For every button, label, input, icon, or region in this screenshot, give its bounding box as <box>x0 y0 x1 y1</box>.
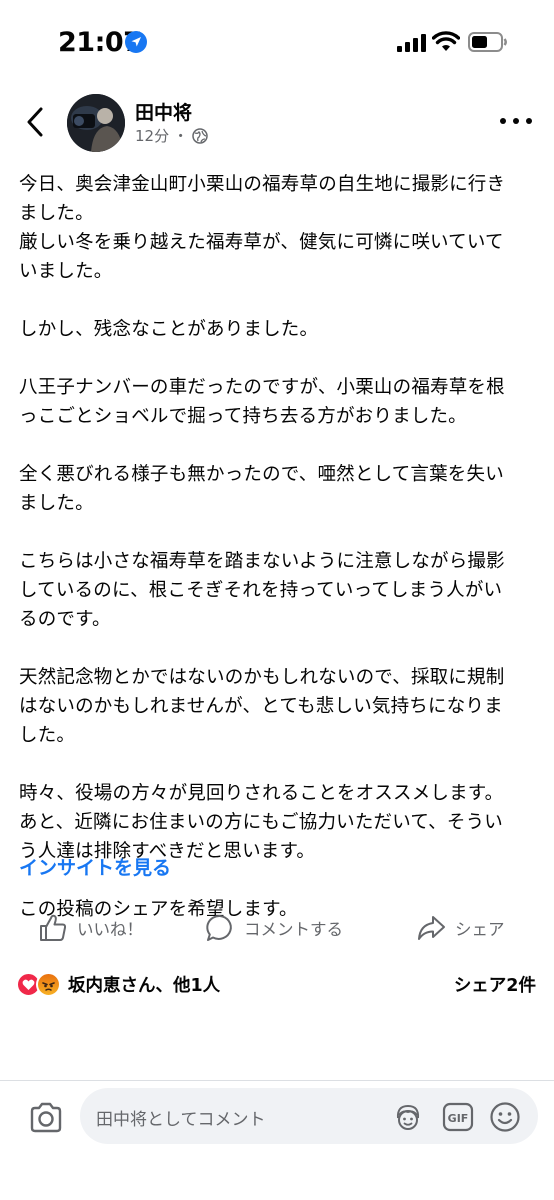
gif-icon[interactable]: GIF <box>442 1102 474 1132</box>
comment-input[interactable]: 田中将としてコメント GIF <box>80 1088 538 1144</box>
reaction-icons <box>16 972 66 998</box>
thumbs-up-icon <box>40 914 67 941</box>
like-label: いいね！ <box>77 920 143 939</box>
cellular-signal-icon <box>397 34 426 52</box>
share-arrow-icon <box>418 916 445 940</box>
globe-icon <box>192 127 208 144</box>
battery-icon <box>468 32 507 52</box>
back-button[interactable] <box>20 102 50 142</box>
reactions-summary[interactable]: 坂内恵さん、他1人 シェア2件 <box>0 968 554 1002</box>
more-dot-icon <box>526 118 532 124</box>
share-label: シェア <box>455 920 505 939</box>
more-dot-icon <box>500 118 506 124</box>
like-button[interactable]: いいね！ <box>38 905 143 951</box>
status-bar: 21:07 <box>0 0 554 80</box>
chevron-left-icon <box>27 107 43 137</box>
emoji-icon[interactable] <box>489 1101 521 1133</box>
post-paragraph: しかし、残念なことがありました。 <box>19 319 319 340</box>
reaction-summary-text[interactable]: 坂内恵さん、他1人 <box>68 972 220 997</box>
meta-separator: ・ <box>173 127 189 145</box>
comment-placeholder: 田中将としてコメント <box>96 1110 266 1130</box>
location-arrow-icon <box>125 31 147 53</box>
comment-composer: 田中将としてコメント GIF <box>0 1080 554 1200</box>
gif-label: GIF <box>448 1112 469 1125</box>
insights-link[interactable]: インサイトを見る <box>19 853 171 880</box>
post-paragraph: 天然記念物とかではないのかもしれないので、採取に規制 はないのかもしれませんが、… <box>19 667 505 746</box>
post-paragraph: 全く悪びれる様子も無かったので、唖然として言葉を失い ました。 <box>19 464 504 514</box>
post-text: 今日、奥会津金山町小栗山の福寿草の自生地に撮影に行き ました。 厳しい冬を乗り越… <box>19 170 519 924</box>
post-paragraph: 今日、奥会津金山町小栗山の福寿草の自生地に撮影に行き ました。 厳しい冬を乗り越… <box>19 174 506 282</box>
more-options-button[interactable] <box>500 108 532 134</box>
comment-label: コメントする <box>244 920 343 939</box>
post-meta: 12分 ・ <box>135 125 208 146</box>
camera-icon[interactable] <box>28 1101 64 1135</box>
post-header: 田中将 12分 ・ <box>0 90 554 160</box>
angry-face-icon <box>42 982 55 991</box>
post-paragraph: 八王子ナンバーの車だったのですが、小栗山の福寿草を根 っこごとショベルで掘って持… <box>19 377 505 427</box>
share-count[interactable]: シェア2件 <box>454 972 536 997</box>
comment-bubble-icon <box>206 914 232 941</box>
post-time[interactable]: 12分 <box>135 125 169 146</box>
avatar-sticker-icon[interactable] <box>393 1102 423 1132</box>
avatar-photo-icon <box>67 94 125 152</box>
post-actions: いいね！ コメントする シェア <box>0 905 554 951</box>
heart-icon <box>22 979 35 990</box>
gif-frame-icon: GIF <box>442 1102 474 1132</box>
angry-reaction-icon <box>36 972 61 997</box>
post-paragraph: こちらは小さな福寿草を踏まないように注意しながら撮影 しているのに、根こそぎそれ… <box>19 551 505 630</box>
author-avatar[interactable] <box>67 94 125 152</box>
more-dot-icon <box>513 118 519 124</box>
wifi-icon <box>432 31 460 51</box>
share-button[interactable]: シェア <box>416 905 505 951</box>
author-name[interactable]: 田中将 <box>135 98 192 125</box>
comment-button[interactable]: コメントする <box>205 905 343 951</box>
